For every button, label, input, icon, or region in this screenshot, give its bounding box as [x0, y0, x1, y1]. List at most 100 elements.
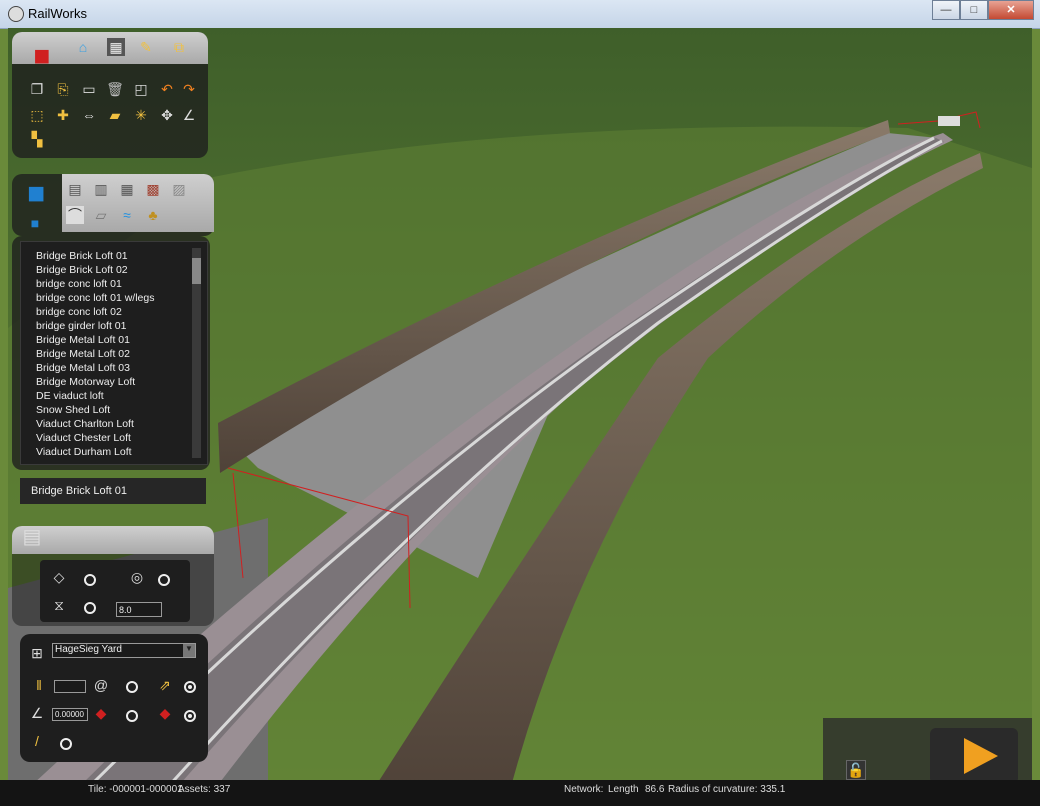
rotate-radio[interactable] — [158, 574, 170, 586]
loft-fence-icon[interactable]: ▦ — [118, 180, 136, 198]
network-label: Network: — [564, 784, 604, 795]
radius-label: Radius of curvature: 335.1 — [668, 784, 786, 795]
copy-icon[interactable]: ❐ — [28, 80, 46, 98]
unlock-icon[interactable]: 🔓 — [846, 760, 866, 780]
length-label: Length — [608, 784, 639, 795]
track-rule-select[interactable]: HageSieg Yard ▼ — [52, 643, 196, 658]
play-icon[interactable] — [930, 728, 1018, 784]
cube-icon[interactable]: ■ — [18, 176, 54, 212]
document-icon[interactable]: ▤ — [20, 527, 44, 552]
fix-icon: ⇗ — [159, 677, 171, 693]
asset-category-header — [62, 174, 214, 232]
redo-icon[interactable]: ↷ — [180, 80, 198, 98]
track-tools-panel: ⊞ HageSieg Yard ▼ ‖ @ ⇗ ∠ ◆ ◆ / — [20, 634, 208, 762]
pencil-radio[interactable] — [60, 738, 72, 750]
chevron-down-icon[interactable]: ▼ — [183, 644, 195, 657]
rotate-icon: ◎ — [130, 569, 144, 585]
paste-icon[interactable]: ⎘ — [54, 80, 72, 98]
list-item[interactable]: Viaduct Durham Loft — [36, 446, 132, 458]
list-item[interactable]: Viaduct Chester Loft — [36, 432, 131, 444]
trash-icon[interactable]: 🗑 — [106, 80, 124, 98]
stamp-icon[interactable]: ◰ — [132, 80, 150, 98]
list-item[interactable]: Snow Shed Loft — [36, 404, 110, 416]
sleepers-icon: ‖ — [36, 677, 42, 693]
gradient-down-icon: ◆ — [159, 705, 171, 721]
list-item[interactable]: Bridge Metal Loft 03 — [36, 362, 130, 374]
list-item[interactable]: bridge conc loft 01 w/legs — [36, 292, 154, 304]
title-bar: RailWorks — □ ✕ — [0, 0, 1040, 29]
list-item[interactable]: DE viaduct loft — [36, 390, 104, 402]
spiral-radio[interactable] — [126, 681, 138, 693]
height-icon: ⧖ — [54, 597, 64, 613]
loft-water-icon[interactable]: ≈ — [118, 206, 136, 224]
asset-category-panel: ■ ■ ▤ ▥ ▦ ▩ ▨ ⌒ ▱ ≈ ♣ — [12, 174, 214, 236]
gradient-up-icon: ◆ — [95, 705, 107, 721]
snap-icon[interactable]: ✚ — [54, 106, 72, 124]
brush-icon[interactable]: ✎ — [137, 38, 155, 56]
loft-hedge-icon[interactable]: ♣ — [144, 206, 162, 224]
move-icon[interactable]: ✥ — [158, 106, 176, 124]
list-item[interactable]: Bridge Metal Loft 02 — [36, 348, 130, 360]
spread-icon[interactable]: ✳ — [132, 106, 150, 124]
list-item[interactable]: Bridge Motorway Loft — [36, 376, 135, 388]
list-item[interactable]: Bridge Metal Loft 01 — [36, 334, 130, 346]
gradient-field[interactable] — [52, 708, 88, 721]
list-item[interactable]: bridge conc loft 01 — [36, 278, 122, 290]
flat-radio[interactable] — [84, 574, 96, 586]
status-bar: Tile: -000001-000001 Assets: 337 Network… — [0, 780, 1040, 806]
height-field[interactable] — [116, 602, 162, 617]
loft-block-icon[interactable]: ▨ — [170, 180, 188, 198]
small-cube-icon[interactable]: ■ — [26, 214, 44, 232]
loft-road-icon[interactable]: ▱ — [92, 206, 110, 224]
selected-asset-label: Bridge Brick Loft 01 — [31, 485, 127, 497]
window-controls: — □ ✕ — [932, 0, 1034, 20]
gradient-icon: ∠ — [30, 705, 44, 721]
gradient-down-radio[interactable] — [184, 710, 196, 722]
track-rule-value: HageSieg Yard — [55, 644, 122, 655]
maximize-button[interactable]: □ — [960, 0, 988, 20]
properties-panel: ▤ ◇ ◎ ⧖ — [12, 526, 214, 626]
list-item[interactable]: Viaduct Charlton Loft — [36, 418, 134, 430]
home-icon[interactable]: ⌂ — [74, 38, 92, 56]
loft-bridge-icon[interactable]: ⌒ — [66, 206, 84, 224]
tiles-icon[interactable]: ▚ — [28, 130, 46, 148]
track-blank-field[interactable] — [54, 680, 86, 693]
list-scrollbar[interactable] — [192, 248, 201, 458]
minimize-button[interactable]: — — [932, 0, 960, 20]
asset-list[interactable]: Bridge Brick Loft 01 Bridge Brick Loft 0… — [20, 241, 208, 465]
selected-asset: Bridge Brick Loft 01 — [20, 478, 206, 504]
select-icon[interactable]: ⬚ — [28, 106, 46, 124]
close-button[interactable]: ✕ — [988, 0, 1034, 20]
list-item[interactable]: Bridge Brick Loft 01 — [36, 250, 128, 262]
angle-icon[interactable]: ∠ — [180, 106, 198, 124]
loft-track-icon[interactable]: ▤ — [66, 180, 84, 198]
spiral-icon: @ — [93, 677, 109, 693]
track-rule-icon: ⊞ — [31, 645, 43, 661]
list-item[interactable]: bridge girder loft 01 — [36, 320, 126, 332]
loft-brick-icon[interactable]: ▩ — [144, 180, 162, 198]
assets-label: Assets: 337 — [178, 784, 231, 795]
track-icon[interactable]: ▦ — [107, 38, 125, 56]
join-icon[interactable]: ⇔ — [80, 106, 98, 124]
list-item[interactable]: bridge conc loft 02 — [36, 306, 122, 318]
flat-icon: ◇ — [53, 569, 65, 585]
gradient-up-radio[interactable] — [126, 710, 138, 722]
window-title: RailWorks — [28, 6, 87, 21]
tile-label: Tile: -000001-000001 — [88, 784, 183, 795]
undo-icon[interactable]: ↶ — [158, 80, 176, 98]
fix-radio[interactable] — [184, 681, 196, 693]
pencil-icon: / — [35, 733, 39, 749]
app-icon — [8, 6, 24, 22]
list-scrollbar-thumb[interactable] — [192, 258, 201, 284]
length-value: 86.6 — [645, 784, 665, 795]
loft-wall-icon[interactable]: ▥ — [92, 180, 110, 198]
toolbox-panel: ■ ⌂ ▦ ✎ ⧉ ❐ ⎘ ▭ 🗑 ◰ ↶ ↷ ⬚ ✚ ⇔ ▰ ✳ ✥ ∠ ▚ — [12, 32, 208, 158]
height-radio[interactable] — [84, 602, 96, 614]
play-panel — [930, 728, 1018, 784]
train-icon[interactable]: ⧉ — [170, 38, 188, 56]
toolbox-icon[interactable]: ■ — [24, 38, 60, 74]
list-item[interactable]: Bridge Brick Loft 02 — [36, 264, 128, 276]
ruler-icon[interactable]: ▰ — [106, 106, 124, 124]
monitor-icon[interactable]: ▭ — [80, 80, 98, 98]
railworks-window: RailWorks — □ ✕ ■ ⌂ ▦ ✎ ⧉ ❐ ⎘ ▭ 🗑 ◰ ↶ ↷ … — [0, 0, 1040, 806]
